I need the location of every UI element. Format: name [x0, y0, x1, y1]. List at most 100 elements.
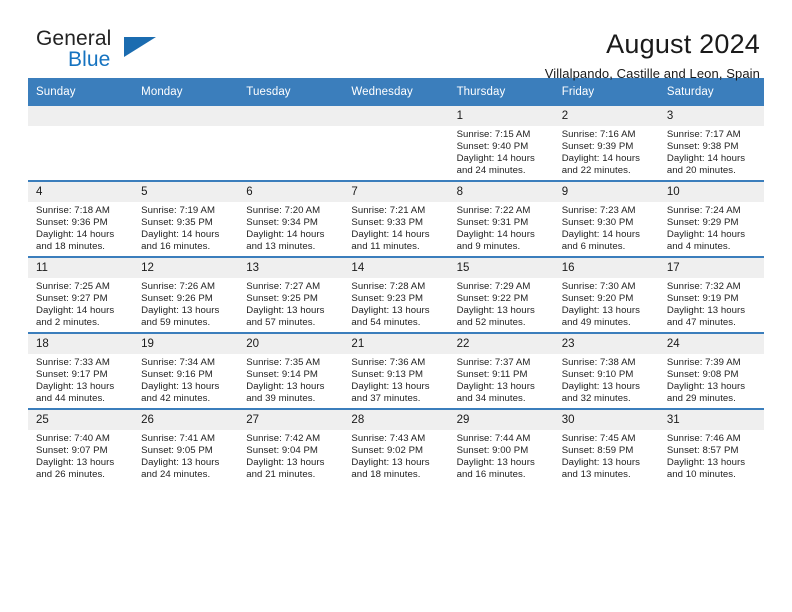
- calendar-day-cell[interactable]: 13 Sunrise: 7:27 AM Sunset: 9:25 PM Dayligh…: [238, 256, 344, 333]
- sunset-text: Sunset: 9:29 PM: [666, 217, 739, 229]
- calendar-day-cell[interactable]: 23 Sunrise: 7:38 AM Sunset: 9:10 PM Dayligh…: [553, 332, 659, 409]
- calendar-day-cell[interactable]: 16 Sunrise: 7:30 AM Sunset: 9:20 PM Dayligh…: [553, 256, 659, 333]
- calendar-body: 1 Sunrise: 7:15 AM Sunset: 9:40 PM Daylight…: [28, 106, 764, 484]
- calendar-day-cell[interactable]: 22 Sunrise: 7:37 AM Sunset: 9:11 PM Dayligh…: [448, 332, 554, 409]
- day-details: Sunrise: 7:28 AM Sunset: 9:23 PM Daylight:…: [343, 278, 448, 329]
- day-details: Sunrise: 7:33 AM Sunset: 9:17 PM Daylight:…: [28, 354, 133, 405]
- daylight-text-line2: and 16 minutes.: [456, 469, 526, 481]
- calendar-day-cell[interactable]: 15 Sunrise: 7:29 AM Sunset: 9:22 PM Dayligh…: [448, 256, 554, 333]
- sunrise-text: Sunrise: 7:45 AM: [561, 433, 636, 444]
- sunset-text: Sunset: 9:33 PM: [351, 217, 424, 229]
- sunrise-text: Sunrise: 7:20 AM: [246, 205, 321, 216]
- calendar-day-cell[interactable]: 8 Sunrise: 7:22 AM Sunset: 9:31 PM Daylight…: [448, 180, 554, 257]
- daylight-text-line2: and 29 minutes.: [666, 393, 736, 405]
- sunrise-text: Sunrise: 7:38 AM: [561, 357, 636, 368]
- daylight-text-line2: and 39 minutes.: [246, 393, 316, 405]
- calendar-day-cell[interactable]: 29 Sunrise: 7:44 AM Sunset: 9:00 PM Dayligh…: [448, 408, 554, 484]
- day-number: 15: [448, 258, 554, 278]
- day-number: 9: [553, 182, 659, 202]
- calendar-day-cell[interactable]: 17 Sunrise: 7:32 AM Sunset: 9:19 PM Dayligh…: [658, 256, 764, 333]
- day-number: 4: [28, 182, 134, 202]
- day-details: Sunrise: 7:25 AM Sunset: 9:27 PM Daylight:…: [28, 278, 133, 329]
- logo-general-blue[interactable]: General Blue: [28, 28, 208, 84]
- sunrise-text: Sunrise: 7:23 AM: [561, 205, 636, 216]
- sunset-text: Sunset: 9:13 PM: [351, 369, 424, 381]
- daylight-text-line2: and 49 minutes.: [561, 317, 631, 329]
- sunset-text: Sunset: 9:34 PM: [246, 217, 318, 229]
- day-details: Sunrise: 7:40 AM Sunset: 9:07 PM Daylight:…: [28, 430, 133, 481]
- day-number: [133, 106, 239, 126]
- sunrise-text: Sunrise: 7:43 AM: [351, 433, 426, 444]
- daylight-text-line2: and 6 minutes.: [561, 241, 626, 253]
- calendar-day-cell[interactable]: 9 Sunrise: 7:23 AM Sunset: 9:30 PM Daylight…: [553, 180, 659, 257]
- calendar-day-cell[interactable]: 12 Sunrise: 7:26 AM Sunset: 9:26 PM Dayligh…: [133, 256, 239, 333]
- daylight-text-line1: Daylight: 13 hours: [456, 381, 535, 393]
- calendar-day-cell[interactable]: 21 Sunrise: 7:36 AM Sunset: 9:13 PM Dayligh…: [343, 332, 449, 409]
- day-number: 3: [658, 106, 764, 126]
- daylight-text-line1: Daylight: 13 hours: [561, 457, 640, 469]
- sunset-text: Sunset: 9:00 PM: [456, 445, 529, 457]
- sunrise-text: Sunrise: 7:25 AM: [36, 281, 110, 292]
- calendar-day-cell[interactable]: 25 Sunrise: 7:40 AM Sunset: 9:07 PM Dayligh…: [28, 408, 134, 484]
- calendar-day-cell[interactable]: 30 Sunrise: 7:45 AM Sunset: 8:59 PM Dayligh…: [553, 408, 659, 484]
- calendar-cell-empty: [238, 106, 344, 181]
- day-details: Sunrise: 7:35 AM Sunset: 9:14 PM Daylight:…: [238, 354, 343, 405]
- daylight-text-line2: and 47 minutes.: [666, 317, 736, 329]
- calendar-day-cell[interactable]: 4 Sunrise: 7:18 AM Sunset: 9:36 PM Daylight…: [28, 180, 134, 257]
- calendar-day-cell[interactable]: 31 Sunrise: 7:46 AM Sunset: 8:57 PM Dayligh…: [658, 408, 764, 484]
- sunset-text: Sunset: 9:19 PM: [666, 293, 739, 305]
- calendar-day-cell[interactable]: 14 Sunrise: 7:28 AM Sunset: 9:23 PM Dayligh…: [343, 256, 449, 333]
- calendar-day-cell[interactable]: 1 Sunrise: 7:15 AM Sunset: 9:40 PM Daylight…: [448, 106, 554, 181]
- day-number: 16: [553, 258, 659, 278]
- sunrise-text: Sunrise: 7:34 AM: [141, 357, 215, 368]
- calendar-day-cell[interactable]: 11 Sunrise: 7:25 AM Sunset: 9:27 PM Dayligh…: [28, 256, 134, 333]
- day-details: Sunrise: 7:39 AM Sunset: 9:08 PM Daylight:…: [659, 354, 764, 405]
- sunset-text: Sunset: 9:04 PM: [246, 445, 318, 457]
- calendar-day-cell[interactable]: 20 Sunrise: 7:35 AM Sunset: 9:14 PM Dayligh…: [238, 332, 344, 409]
- day-number: 12: [133, 258, 239, 278]
- calendar-day-cell[interactable]: 19 Sunrise: 7:34 AM Sunset: 9:16 PM Dayligh…: [133, 332, 239, 409]
- calendar-day-cell[interactable]: 5 Sunrise: 7:19 AM Sunset: 9:35 PM Daylight…: [133, 180, 239, 257]
- daylight-text-line2: and 18 minutes.: [351, 469, 421, 481]
- daylight-text-line1: Daylight: 14 hours: [36, 229, 115, 241]
- calendar-day-cell[interactable]: 10 Sunrise: 7:24 AM Sunset: 9:29 PM Dayligh…: [658, 180, 764, 257]
- sunrise-text: Sunrise: 7:36 AM: [351, 357, 426, 368]
- calendar-day-cell[interactable]: 26 Sunrise: 7:41 AM Sunset: 9:05 PM Dayligh…: [133, 408, 239, 484]
- day-number: 19: [133, 334, 239, 354]
- daylight-text-line2: and 24 minutes.: [141, 469, 211, 481]
- daylight-text-line1: Daylight: 13 hours: [246, 457, 325, 469]
- daylight-text-line2: and 18 minutes.: [36, 241, 106, 253]
- day-number: 28: [343, 410, 449, 430]
- calendar-day-cell[interactable]: 28 Sunrise: 7:43 AM Sunset: 9:02 PM Dayligh…: [343, 408, 449, 484]
- calendar-day-cell[interactable]: 18 Sunrise: 7:33 AM Sunset: 9:17 PM Dayligh…: [28, 332, 134, 409]
- calendar-day-cell[interactable]: 2 Sunrise: 7:16 AM Sunset: 9:39 PM Daylight…: [553, 106, 659, 181]
- day-details: Sunrise: 7:20 AM Sunset: 9:34 PM Daylight:…: [238, 202, 343, 253]
- day-number: 7: [343, 182, 449, 202]
- sunset-text: Sunset: 9:39 PM: [561, 141, 634, 153]
- day-number: [238, 106, 344, 126]
- daylight-text-line2: and 42 minutes.: [141, 393, 211, 405]
- sunrise-text: Sunrise: 7:41 AM: [141, 433, 215, 444]
- day-details: Sunrise: 7:43 AM Sunset: 9:02 PM Daylight:…: [343, 430, 448, 481]
- daylight-text-line1: Daylight: 14 hours: [246, 229, 325, 241]
- sunset-text: Sunset: 9:10 PM: [561, 369, 634, 381]
- calendar-day-cell[interactable]: 3 Sunrise: 7:17 AM Sunset: 9:38 PM Daylight…: [658, 106, 764, 181]
- calendar-day-cell[interactable]: 27 Sunrise: 7:42 AM Sunset: 9:04 PM Dayligh…: [238, 408, 344, 484]
- sunrise-text: Sunrise: 7:17 AM: [666, 129, 741, 140]
- daylight-text-line1: Daylight: 14 hours: [351, 229, 430, 241]
- calendar-day-cell[interactable]: 24 Sunrise: 7:39 AM Sunset: 9:08 PM Dayligh…: [658, 332, 764, 409]
- calendar-day-cell[interactable]: 6 Sunrise: 7:20 AM Sunset: 9:34 PM Daylight…: [238, 180, 344, 257]
- sunrise-text: Sunrise: 7:22 AM: [456, 205, 531, 216]
- day-number: 23: [553, 334, 659, 354]
- sunset-text: Sunset: 9:22 PM: [456, 293, 529, 305]
- weekday-header-thursday: Thursday: [448, 78, 554, 106]
- day-details: Sunrise: 7:30 AM Sunset: 9:20 PM Daylight:…: [554, 278, 659, 329]
- daylight-text-line2: and 10 minutes.: [666, 469, 736, 481]
- sunset-text: Sunset: 9:27 PM: [36, 293, 108, 305]
- calendar-week-row: 25 Sunrise: 7:40 AM Sunset: 9:07 PM Dayligh…: [28, 408, 764, 484]
- sunrise-text: Sunrise: 7:28 AM: [351, 281, 426, 292]
- day-number: 17: [658, 258, 764, 278]
- calendar-day-cell[interactable]: 7 Sunrise: 7:21 AM Sunset: 9:33 PM Daylight…: [343, 180, 449, 257]
- day-number: 5: [133, 182, 239, 202]
- sunrise-text: Sunrise: 7:40 AM: [36, 433, 110, 444]
